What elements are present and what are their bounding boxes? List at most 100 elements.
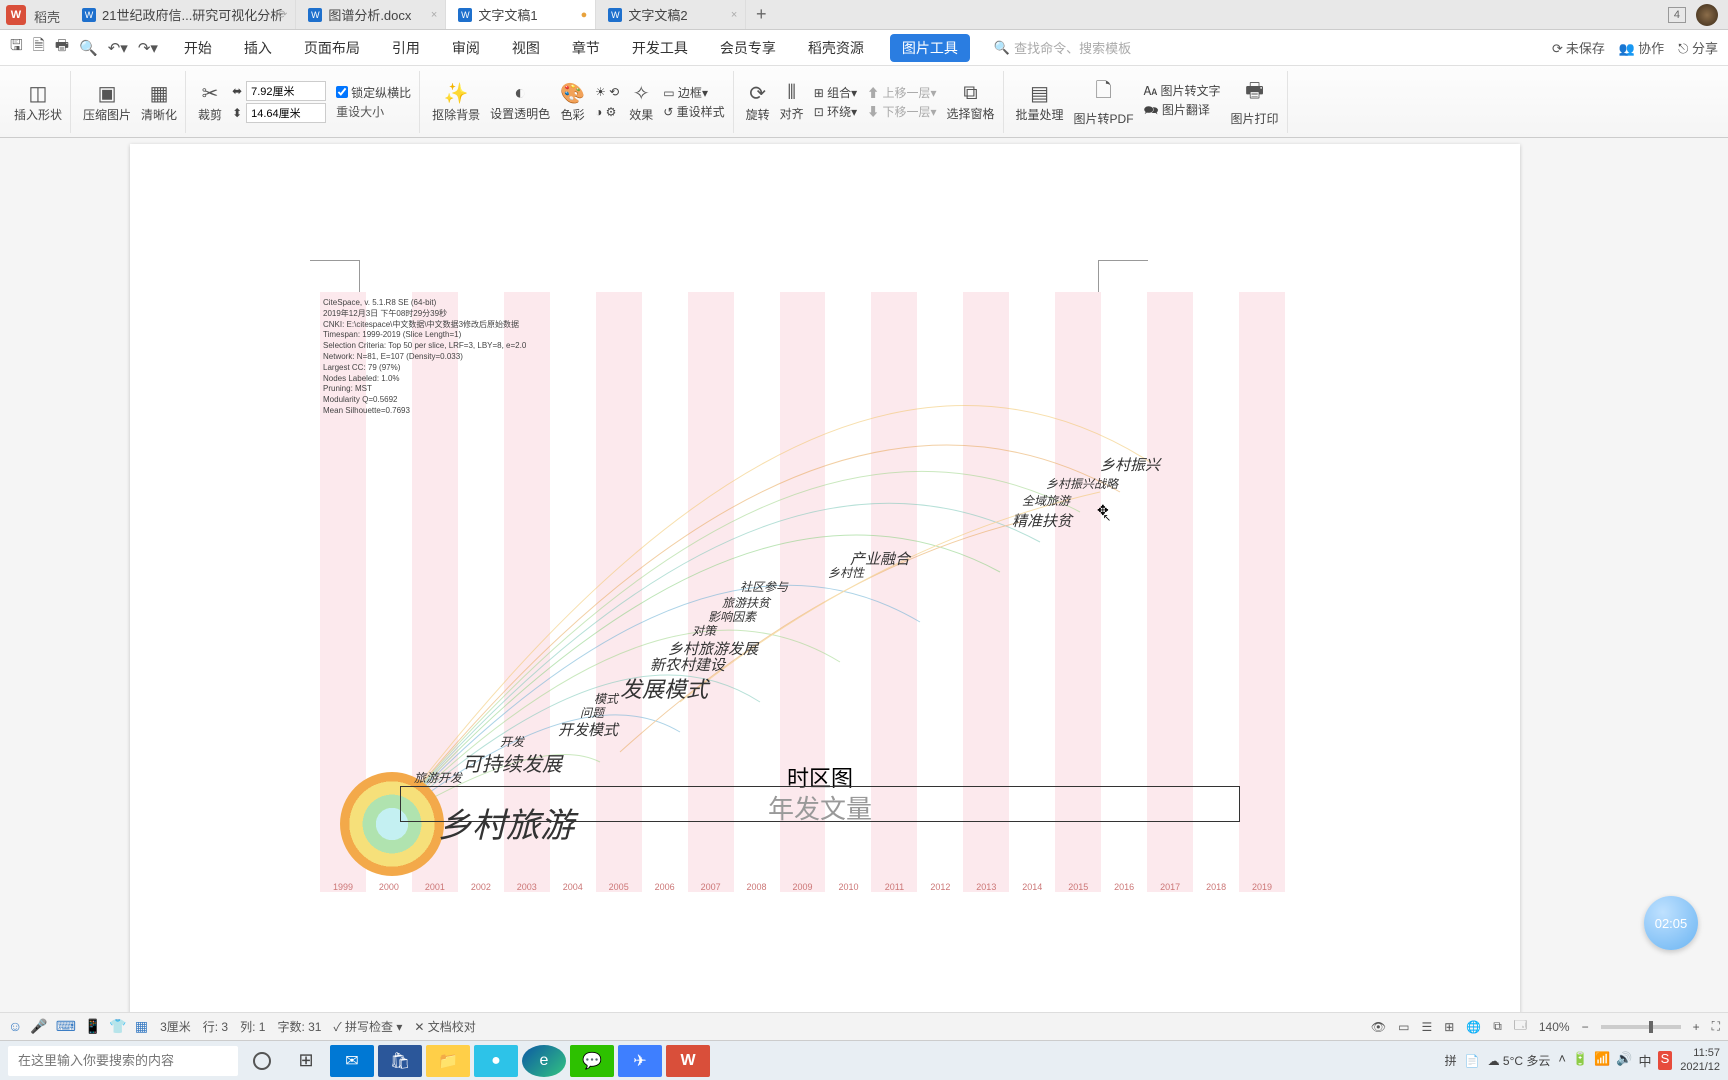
wps-app-icon[interactable]: W: [666, 1045, 710, 1077]
down-layer-button[interactable]: ⬇ 下移一层▾: [867, 103, 936, 120]
menu-start[interactable]: 开始: [178, 34, 218, 62]
wifi-icon[interactable]: 📶: [1594, 1051, 1610, 1070]
system-tray[interactable]: ˄ 🔋 📶 🔊 中 S: [1558, 1051, 1672, 1070]
ime-status[interactable]: 拼: [1445, 1052, 1457, 1069]
grid-icon[interactable]: ▦: [135, 1018, 148, 1035]
effect-icon[interactable]: ✧: [633, 83, 650, 105]
tab-doc-3[interactable]: W文字文稿1●: [446, 0, 596, 29]
contrast-icon[interactable]: ◑ ⚙: [595, 105, 619, 119]
menu-picture-tools[interactable]: 图片工具: [890, 34, 970, 62]
lock-ratio-checkbox[interactable]: 锁定纵横比: [336, 84, 411, 101]
close-icon[interactable]: ×: [731, 9, 737, 21]
to-text-button[interactable]: 🗛 图片转文字: [1144, 82, 1221, 99]
img-print-icon[interactable]: 🖶: [1245, 80, 1264, 102]
document-canvas[interactable]: CiteSpace, v. 5.1.R8 SE (64-bit) 2019年12…: [0, 138, 1728, 1040]
save-as-icon[interactable]: 🗎: [33, 35, 45, 60]
height-input[interactable]: [246, 103, 326, 123]
page-view-icon[interactable]: ▭: [1398, 1020, 1409, 1034]
color-icon[interactable]: 🎨: [560, 83, 585, 105]
save-icon[interactable]: 🖫: [10, 35, 23, 60]
news-icon[interactable]: 📄: [1465, 1054, 1480, 1068]
edge-app-icon[interactable]: e: [522, 1045, 566, 1077]
menu-review[interactable]: 审阅: [446, 34, 486, 62]
batch-icon[interactable]: ▤: [1030, 83, 1049, 105]
collab-button[interactable]: 协作: [1619, 38, 1664, 57]
chevron-up-icon[interactable]: ˄: [1558, 1051, 1566, 1070]
spell-check-button[interactable]: ✓ 拼写检查 ▾: [333, 1018, 402, 1035]
undo-icon[interactable]: ↶▾: [108, 39, 128, 57]
globe-icon[interactable]: 🌐: [1466, 1020, 1481, 1034]
task-icon[interactable]: 🗔: [1514, 1016, 1527, 1037]
rotate-icon[interactable]: ⟳: [749, 83, 766, 105]
web-view-icon[interactable]: ⊞: [1444, 1020, 1454, 1034]
menu-insert[interactable]: 插入: [238, 34, 278, 62]
taskbar-clock[interactable]: 11:57 2021/12: [1680, 1047, 1720, 1073]
clarity-icon[interactable]: ▦: [150, 83, 169, 105]
brightness-icon[interactable]: ☀ ⟲: [595, 85, 619, 99]
proof-button[interactable]: ✕ 文档校对: [414, 1018, 475, 1035]
fit-icon[interactable]: ⧉: [1493, 1019, 1502, 1034]
mail-app-icon[interactable]: ✉: [330, 1045, 374, 1077]
eye-icon[interactable]: 👁: [1371, 1020, 1386, 1034]
close-icon[interactable]: ⟳: [278, 8, 287, 21]
align-icon[interactable]: ⫴: [787, 82, 795, 104]
remove-bg-icon[interactable]: ✨: [444, 83, 469, 105]
feishu-app-icon[interactable]: ✈: [618, 1045, 662, 1077]
style-icon[interactable]: 📱: [84, 1018, 101, 1035]
redo-icon[interactable]: ↷▾: [138, 39, 158, 57]
user-avatar[interactable]: [1696, 4, 1718, 26]
store-app-icon[interactable]: 🛍: [378, 1045, 422, 1077]
translate-button[interactable]: 🗪 图片翻译: [1144, 101, 1221, 122]
new-tab-button[interactable]: +: [746, 0, 776, 29]
close-icon[interactable]: ×: [431, 9, 437, 21]
emoji-icon[interactable]: ☺: [8, 1018, 22, 1035]
ime-icon[interactable]: 中: [1639, 1051, 1652, 1070]
width-input[interactable]: [246, 81, 326, 101]
trans-icon[interactable]: ◐: [514, 82, 526, 104]
command-search[interactable]: 查找命令、搜索模板: [994, 38, 1131, 57]
cortana-icon[interactable]: [242, 1045, 282, 1077]
zoom-out-button[interactable]: −: [1582, 1020, 1589, 1034]
compress-icon[interactable]: ▣: [98, 83, 117, 105]
menu-reference[interactable]: 引用: [386, 34, 426, 62]
zoom-slider[interactable]: [1601, 1025, 1681, 1029]
weather-widget[interactable]: ☁ 5°C 多云: [1488, 1052, 1551, 1069]
menu-page-layout[interactable]: 页面布局: [298, 34, 366, 62]
menu-member[interactable]: 会员专享: [714, 34, 782, 62]
border-button[interactable]: ▭ 边框▾: [663, 84, 724, 101]
menu-docer[interactable]: 稻壳资源: [802, 34, 870, 62]
outline-view-icon[interactable]: ☰: [1421, 1020, 1432, 1034]
tab-doc-4[interactable]: W文字文稿2×: [596, 0, 746, 29]
wechat-app-icon[interactable]: 💬: [570, 1045, 614, 1077]
mic-icon[interactable]: 🎤: [30, 1018, 47, 1035]
tab-doc-1[interactable]: W21世纪政府信...研究可视化分析⟳: [70, 0, 296, 29]
zoom-in-button[interactable]: +: [1693, 1020, 1700, 1034]
recording-timer-bubble[interactable]: 02:05: [1644, 896, 1698, 950]
select-pane-icon[interactable]: ⧉: [963, 82, 977, 104]
volume-icon[interactable]: 🔊: [1616, 1051, 1632, 1070]
duba-app-icon[interactable]: ●: [474, 1045, 518, 1077]
explorer-app-icon[interactable]: 📁: [426, 1045, 470, 1077]
share-button[interactable]: ⎋ 分享: [1678, 38, 1718, 57]
tab-doc-2[interactable]: W图谱分析.docx×: [296, 0, 446, 29]
print-icon[interactable]: 🖶: [55, 35, 69, 60]
menu-section[interactable]: 章节: [566, 34, 606, 62]
up-layer-button[interactable]: ⬆ 上移一层▾: [867, 84, 936, 101]
menu-view[interactable]: 视图: [506, 34, 546, 62]
sogou-icon[interactable]: S: [1658, 1051, 1673, 1070]
windows-search-input[interactable]: [8, 1046, 238, 1076]
unsaved-indicator[interactable]: 未保存: [1552, 38, 1605, 57]
reset-style-button[interactable]: ↺ 重设样式: [663, 103, 724, 120]
reset-size-button[interactable]: 重设大小: [336, 103, 411, 120]
rib-insert-shape[interactable]: ◫插入形状: [6, 71, 71, 133]
menu-dev-tools[interactable]: 开发工具: [626, 34, 694, 62]
window-count-badge[interactable]: 4: [1668, 7, 1686, 23]
task-view-icon[interactable]: ⊞: [286, 1045, 326, 1077]
zoom-value[interactable]: 140%: [1539, 1020, 1570, 1034]
preview-icon[interactable]: 🔍: [79, 39, 98, 57]
combine-button[interactable]: ⊞ 组合▾: [814, 84, 857, 101]
clothing-icon[interactable]: 👕: [109, 1018, 126, 1035]
wrap-button[interactable]: ⊡ 环绕▾: [814, 103, 857, 120]
pdf-icon[interactable]: 🗋: [1096, 80, 1112, 102]
battery-icon[interactable]: 🔋: [1572, 1051, 1588, 1070]
